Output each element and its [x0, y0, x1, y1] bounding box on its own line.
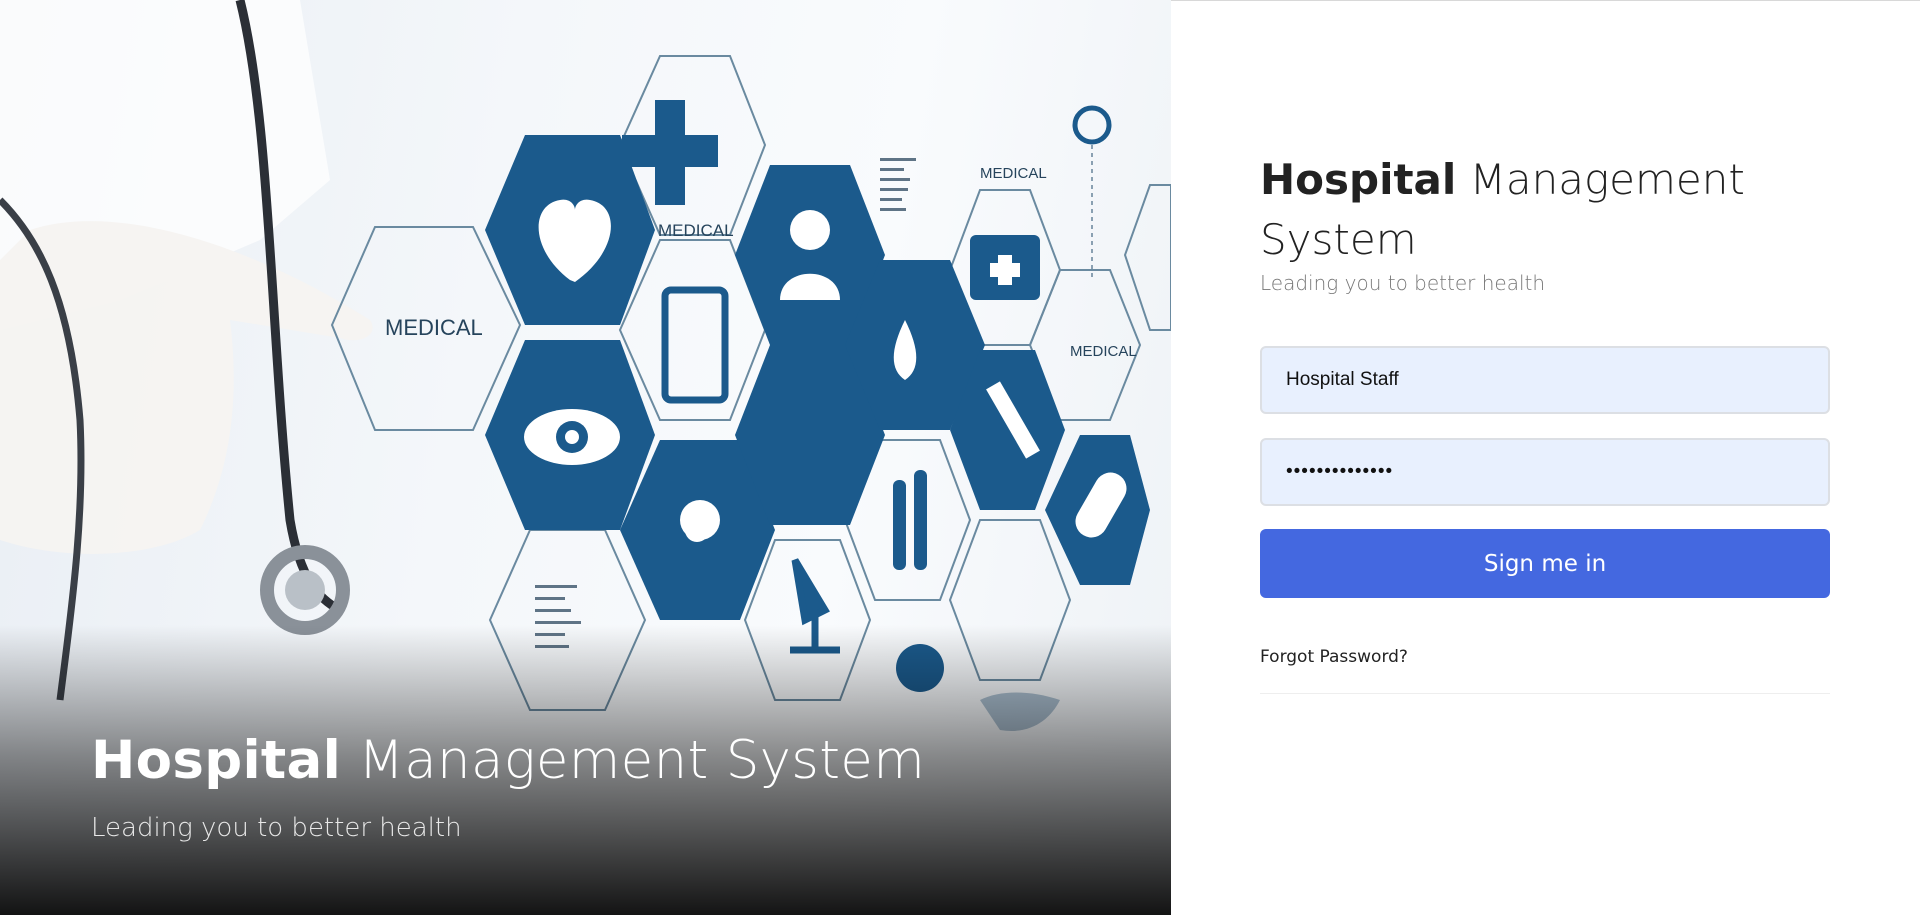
login-subtitle: Leading you to better health	[1260, 271, 1546, 295]
forgot-password-link[interactable]: Forgot Password?	[1260, 647, 1408, 667]
hero-title-bold: Hospital	[91, 730, 342, 791]
login-page: MEDICAL MEDICAL MEDICAL MEDICAL Hospital…	[0, 0, 1920, 915]
divider	[1260, 693, 1830, 694]
hero-panel: MEDICAL MEDICAL MEDICAL MEDICAL Hospital…	[0, 0, 1171, 915]
clipboard-icon	[661, 286, 729, 404]
username-input[interactable]	[1260, 346, 1830, 414]
hex-label-medical: MEDICAL	[1070, 343, 1137, 360]
hero-subtitle: Leading you to better health	[91, 813, 462, 843]
hex-label-medical: MEDICAL	[658, 221, 734, 240]
hex-label-medical: MEDICAL	[980, 165, 1047, 182]
sign-in-button[interactable]: Sign me in	[1260, 529, 1830, 598]
password-input[interactable]	[1260, 438, 1830, 506]
login-panel: Hospital Management System Leading you t…	[1260, 150, 1830, 694]
login-title: Hospital Management System	[1260, 150, 1830, 270]
hex-label-medical: MEDICAL	[385, 315, 483, 340]
hero-title-rest: Management System	[358, 730, 926, 791]
login-title-bold: Hospital	[1260, 155, 1457, 204]
test-tubes-icon	[893, 480, 906, 570]
hero-title: Hospital Management System	[91, 730, 925, 791]
